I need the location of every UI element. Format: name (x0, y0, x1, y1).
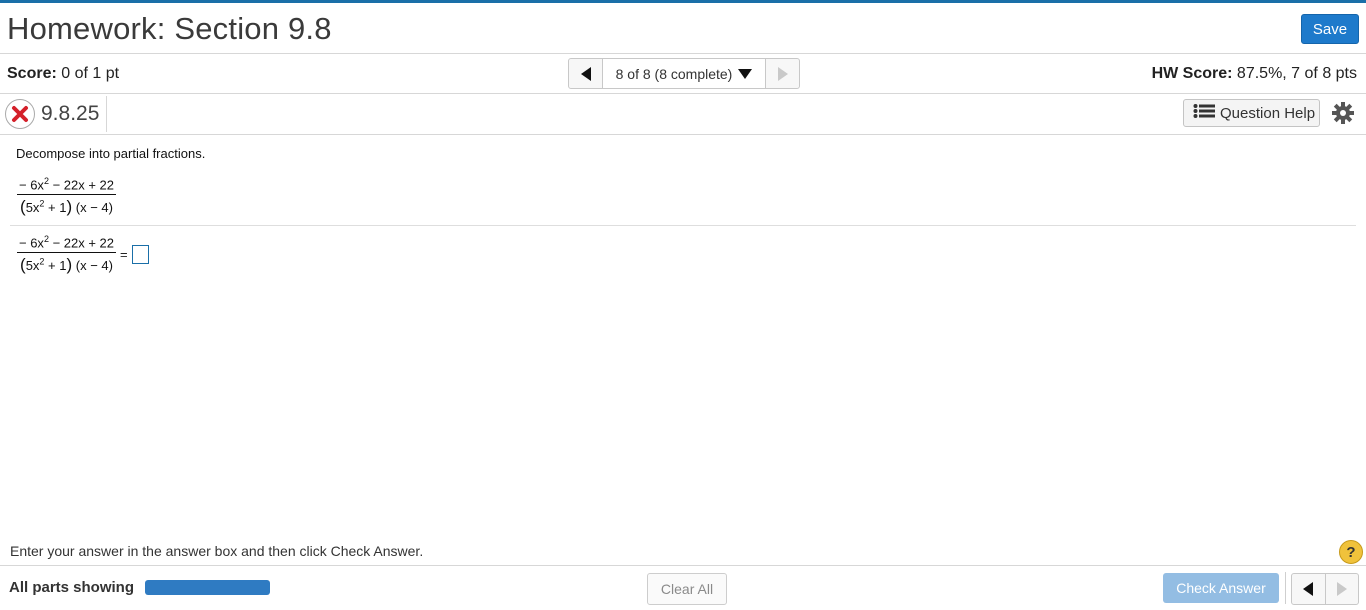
list-icon (1193, 103, 1215, 123)
save-button[interactable]: Save (1301, 14, 1359, 44)
question-help-button[interactable]: Question Help (1183, 99, 1320, 127)
hw-score: HW Score: 87.5%, 7 of 8 pts (1152, 65, 1357, 83)
clear-all-button[interactable]: Clear All (647, 573, 727, 605)
question-navigator: 8 of 8 (8 complete) (568, 58, 800, 89)
fraction-numerator: − 6x2 − 22x + 22 (17, 176, 117, 196)
gear-icon[interactable] (1332, 102, 1354, 129)
all-parts-label: All parts showing (9, 579, 135, 596)
next-question-button[interactable] (765, 59, 799, 88)
content-divider (10, 225, 1356, 226)
triangle-down-icon (738, 68, 753, 79)
score-value: 0 of 1 pt (61, 65, 120, 82)
progress-fill (145, 580, 270, 595)
bottom-navigator (1291, 573, 1359, 605)
answer-expression: − 6x2 − 22x + 22 (5x2 + 1) (x − 4) = (17, 234, 149, 275)
score-bar: Score: 0 of 1 pt 8 of 8 (8 complete) HW … (0, 54, 1366, 94)
fraction: − 6x2 − 22x + 22 (5x2 + 1) (x − 4) (17, 176, 117, 217)
progress-bar (145, 580, 270, 595)
page-title: Homework: Section 9.8 (7, 11, 332, 46)
next-question-button[interactable] (1326, 574, 1359, 604)
instruction-text: Decompose into partial fractions. (16, 146, 206, 161)
question-select-dropdown[interactable]: 8 of 8 (8 complete) (603, 59, 765, 88)
triangle-left-icon (1303, 582, 1314, 596)
triangle-right-icon (1336, 582, 1347, 596)
hw-score-value: 87.5%, 7 of 8 pts (1236, 65, 1357, 82)
score-label: Score: (7, 65, 57, 82)
question-number: 9.8.25 (41, 102, 100, 125)
bottom-bar: All parts showing Clear All Check Answer (0, 565, 1366, 610)
question-icon[interactable]: ? (1339, 540, 1363, 564)
answer-instruction: Enter your answer in the answer box and … (10, 543, 424, 559)
question-bar: 9.8.25 Question Help (0, 94, 1366, 135)
fraction: − 6x2 − 22x + 22 (5x2 + 1) (x − 4) (17, 234, 117, 275)
divider (106, 96, 107, 132)
answer-input[interactable] (131, 245, 149, 265)
check-answer-button[interactable]: Check Answer (1163, 573, 1279, 603)
fraction-denominator: (5x2 + 1) (x − 4) (20, 197, 113, 217)
previous-question-button[interactable] (569, 59, 603, 88)
equals-sign: = (120, 247, 128, 263)
previous-question-button[interactable] (1292, 574, 1326, 604)
hw-score-label: HW Score: (1151, 65, 1233, 82)
question-content: Decompose into partial fractions. (16, 146, 205, 161)
score: Score: 0 of 1 pt (7, 65, 119, 83)
question-select-label: 8 of 8 (8 complete) (615, 65, 733, 82)
fraction-denominator: (5x2 + 1) (x − 4) (20, 255, 113, 275)
divider (1285, 572, 1286, 604)
given-expression: − 6x2 − 22x + 22 (5x2 + 1) (x − 4) (17, 176, 117, 217)
question-help-label: Question Help (1220, 104, 1316, 122)
triangle-right-icon (777, 66, 788, 81)
fraction-numerator: − 6x2 − 22x + 22 (17, 234, 117, 254)
x-circle-icon (5, 99, 35, 129)
triangle-left-icon (580, 66, 591, 81)
header: Homework: Section 9.8 Save (0, 3, 1366, 54)
